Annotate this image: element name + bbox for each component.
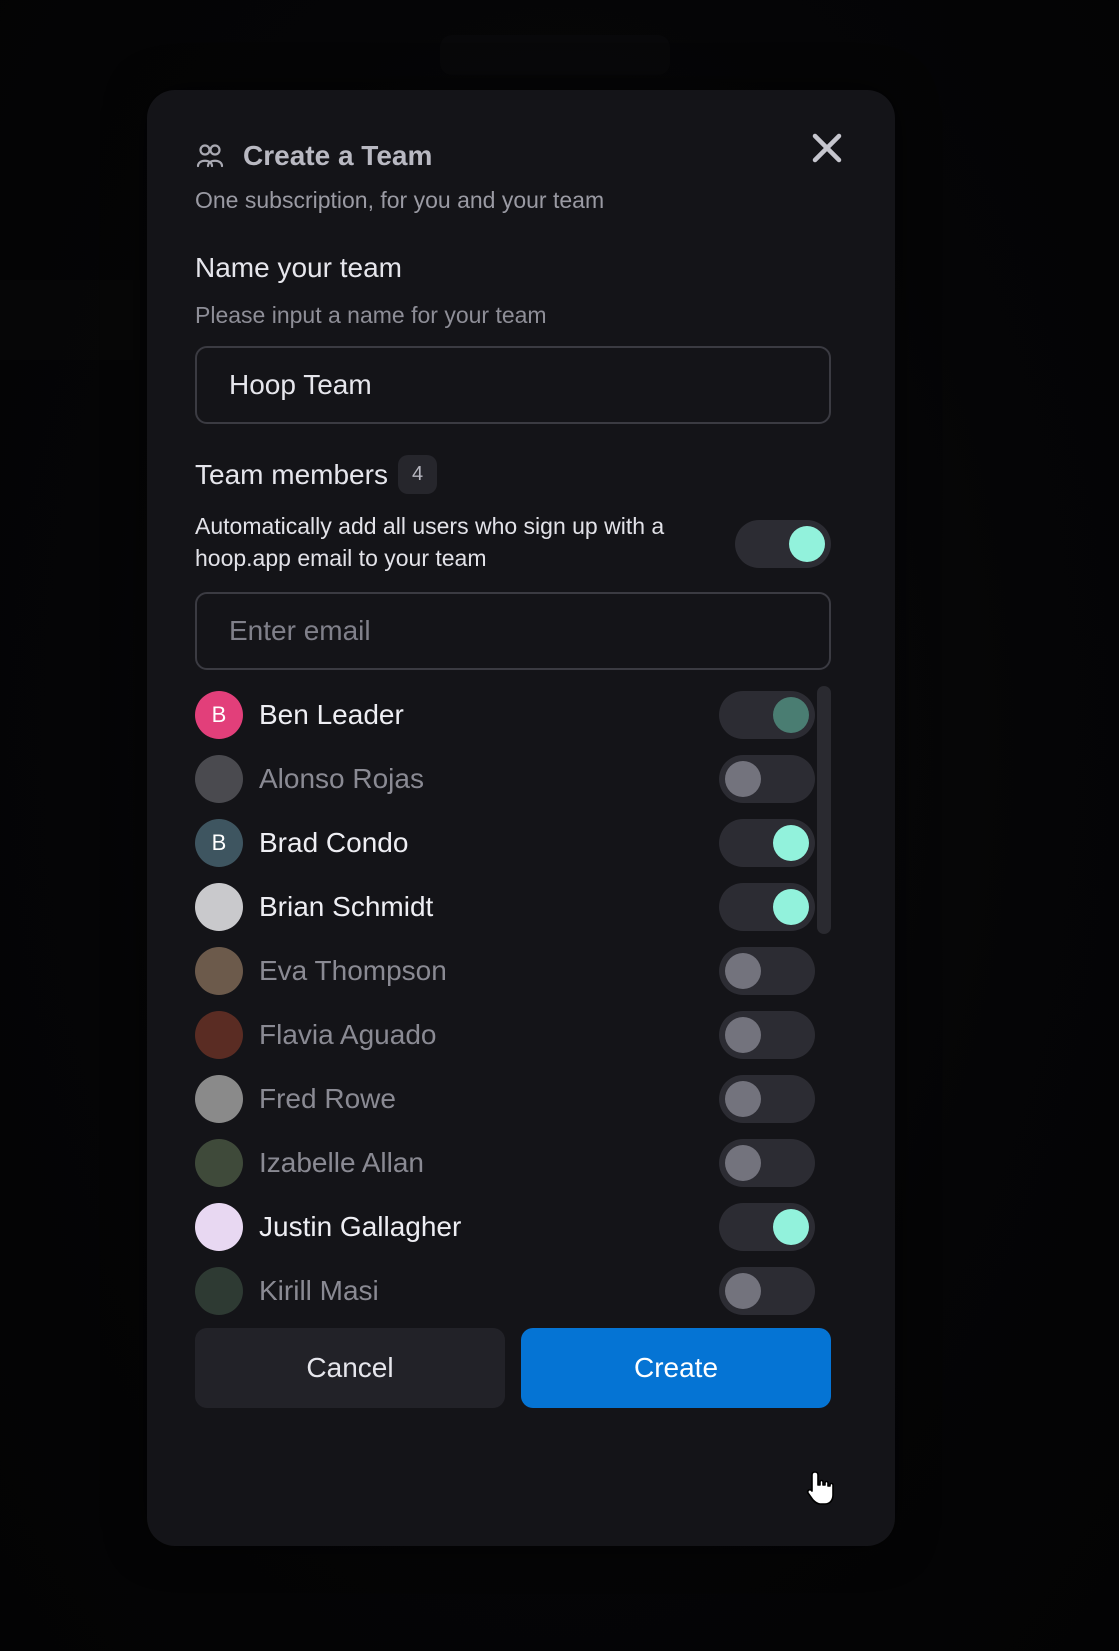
member-name: Eva Thompson (259, 955, 447, 986)
member-name: Justin Gallagher (259, 1211, 462, 1242)
member-list: B Ben Leader Alonso Rojas B Brad Condo Brian … (195, 683, 831, 1373)
team-name-label: Name your team (195, 252, 402, 283)
cancel-button[interactable]: Cancel (195, 1328, 505, 1408)
avatar (195, 947, 243, 995)
team-members-header: Team members 4 (195, 455, 438, 494)
close-button[interactable] (807, 128, 847, 168)
member-toggle[interactable] (719, 1075, 815, 1123)
member-name: Brian Schmidt (259, 891, 434, 922)
member-row: Eva Thompson (195, 939, 815, 1003)
avatar: B (195, 691, 243, 739)
member-toggle[interactable] (719, 1267, 815, 1315)
toggle-knob (789, 526, 825, 562)
pointer-cursor-icon (806, 1470, 836, 1506)
member-row: Kirill Masi (195, 1259, 815, 1323)
toggle-knob (773, 825, 809, 861)
member-toggle[interactable] (719, 755, 815, 803)
background-sidebar (0, 280, 140, 360)
member-row: Fred Rowe (195, 1067, 815, 1131)
member-row: B Brad Condo (195, 811, 815, 875)
toggle-knob (773, 889, 809, 925)
member-name: Ben Leader (259, 699, 404, 730)
create-button[interactable]: Create (521, 1328, 831, 1408)
toggle-knob (773, 1209, 809, 1245)
member-toggle[interactable] (719, 947, 815, 995)
member-toggle[interactable] (719, 1011, 815, 1059)
avatar (195, 1203, 243, 1251)
member-row: Flavia Aguado (195, 1003, 815, 1067)
member-row: Brian Schmidt (195, 875, 815, 939)
member-list-scrollbar[interactable] (817, 686, 831, 934)
background-topbar (440, 35, 670, 75)
member-row: B Ben Leader (195, 683, 815, 747)
avatar (195, 755, 243, 803)
toggle-knob (725, 1273, 761, 1309)
dialog-subtitle: One subscription, for you and your team (195, 187, 605, 213)
member-row: Izabelle Allan (195, 1131, 815, 1195)
member-count-badge: 4 (397, 455, 438, 494)
member-name: Flavia Aguado (259, 1019, 437, 1050)
auto-add-toggle[interactable] (735, 520, 831, 568)
member-toggle[interactable] (719, 1139, 815, 1187)
member-name: Brad Condo (259, 827, 409, 858)
dialog-header: Create a Team (195, 140, 432, 172)
auto-add-description: Automatically add all users who sign up … (195, 513, 665, 571)
close-icon (812, 133, 842, 163)
avatar (195, 1075, 243, 1123)
avatar (195, 1139, 243, 1187)
avatar: B (195, 819, 243, 867)
toggle-knob (725, 761, 761, 797)
team-members-label: Team members (195, 458, 388, 490)
team-name-input[interactable] (195, 346, 831, 424)
toggle-knob (725, 1017, 761, 1053)
dialog-title: Create a Team (243, 140, 433, 171)
member-toggle[interactable] (719, 691, 815, 739)
avatar (195, 883, 243, 931)
member-toggle[interactable] (719, 819, 815, 867)
avatar (195, 1011, 243, 1059)
team-icon (195, 141, 225, 171)
team-name-hint: Please input a name for your team (195, 302, 547, 328)
email-input[interactable] (195, 592, 831, 670)
toggle-knob (725, 1081, 761, 1117)
member-name: Izabelle Allan (259, 1147, 425, 1178)
toggle-knob (773, 697, 809, 733)
member-name: Alonso Rojas (259, 763, 424, 794)
member-name: Kirill Masi (259, 1275, 379, 1306)
member-name: Fred Rowe (259, 1083, 396, 1114)
toggle-knob (725, 1145, 761, 1181)
avatar (195, 1267, 243, 1315)
member-row: Justin Gallagher (195, 1195, 815, 1259)
member-row: Alonso Rojas (195, 747, 815, 811)
member-toggle[interactable] (719, 1203, 815, 1251)
member-toggle[interactable] (719, 883, 815, 931)
toggle-knob (725, 953, 761, 989)
